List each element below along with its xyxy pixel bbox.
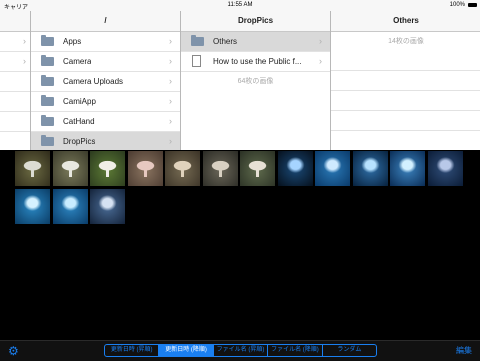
parent-row[interactable] xyxy=(0,92,30,112)
photo-thumbnail[interactable] xyxy=(352,151,388,186)
parent-row[interactable] xyxy=(0,72,30,92)
chevron-right-icon: › xyxy=(169,56,172,66)
empty-row xyxy=(331,111,480,131)
column-browser: › › / Apps › Camera › Camera Uploads › C… xyxy=(0,11,480,150)
folder-row-apps[interactable]: Apps › xyxy=(31,32,180,52)
parent-row[interactable]: › xyxy=(0,32,30,52)
photo-thumbnail[interactable] xyxy=(240,151,275,186)
folder-icon xyxy=(41,55,54,66)
folder-row-cathand[interactable]: CatHand › xyxy=(31,112,180,132)
photo-thumbnail[interactable] xyxy=(127,151,163,186)
chevron-right-icon: › xyxy=(319,36,322,46)
chevron-right-icon: › xyxy=(23,56,26,66)
photo-thumbnail[interactable] xyxy=(90,189,125,224)
chevron-right-icon: › xyxy=(23,36,26,46)
empty-row xyxy=(331,91,480,111)
clock: 11:55 AM xyxy=(227,2,253,8)
file-label: How to use the Public f... xyxy=(213,57,302,66)
folder-label: Apps xyxy=(63,37,82,46)
sort-segmented-control: 更新日時 (昇順) 更新日時 (降順) ファイル名 (昇順) ファイル名 (降順) ラン… xyxy=(104,344,377,357)
battery-icon xyxy=(468,3,477,7)
battery-percent: 100% xyxy=(449,2,465,8)
folder-label: Camera Uploads xyxy=(63,77,124,86)
chevron-right-icon: › xyxy=(169,116,172,126)
column-others: Others 14枚の画像 xyxy=(330,11,480,150)
photo-thumbnail[interactable] xyxy=(165,151,200,186)
folder-icon xyxy=(191,35,204,46)
gear-icon[interactable]: ⚙ xyxy=(8,344,19,358)
image-count: 14枚の画像 xyxy=(388,38,424,45)
folder-icon xyxy=(41,115,54,126)
folder-icon xyxy=(41,95,54,106)
folder-label: CatHand xyxy=(63,117,95,126)
bottom-toolbar: ⚙ 更新日時 (昇順) 更新日時 (降順) ファイル名 (昇順) ファイル名 (降順)… xyxy=(0,340,480,361)
chevron-right-icon: › xyxy=(319,56,322,66)
sort-segment[interactable]: ファイル名 (昇順) xyxy=(214,345,269,356)
photo-thumbnail[interactable] xyxy=(90,151,125,186)
parent-row[interactable] xyxy=(0,132,30,150)
folder-label: CamiApp xyxy=(63,97,96,106)
column-root-header: / xyxy=(31,11,180,32)
folder-icon xyxy=(41,135,54,146)
file-row-public-howto[interactable]: How to use the Public f... › xyxy=(181,52,330,72)
document-icon xyxy=(192,55,201,67)
photo-thumbnail[interactable] xyxy=(277,151,313,186)
column-parent: › › xyxy=(0,11,30,150)
chevron-right-icon: › xyxy=(169,136,172,146)
thumbnail-grid xyxy=(15,151,475,225)
sort-segment[interactable]: 更新日時 (昇順) xyxy=(105,345,160,356)
folder-row-camiapp[interactable]: CamiApp › xyxy=(31,92,180,112)
photo-thumbnail[interactable] xyxy=(52,151,88,186)
sort-segment[interactable]: ランダム xyxy=(323,345,376,356)
photo-thumbnail[interactable] xyxy=(202,151,238,186)
folder-label: Camera xyxy=(63,57,92,66)
chevron-right-icon: › xyxy=(169,76,172,86)
column-droppics-header: DropPics xyxy=(181,11,330,32)
sort-segment[interactable]: 更新日時 (降順) xyxy=(159,345,214,356)
parent-row[interactable]: › xyxy=(0,52,30,72)
photo-thumbnail[interactable] xyxy=(52,189,88,224)
folder-icon xyxy=(41,75,54,86)
photo-thumbnail[interactable] xyxy=(390,151,425,186)
column-root: / Apps › Camera › Camera Uploads › CamiA… xyxy=(30,11,180,150)
parent-row[interactable] xyxy=(0,112,30,132)
photo-thumbnail[interactable] xyxy=(427,151,463,186)
column-droppics: DropPics Others › How to use the Public … xyxy=(180,11,330,150)
column-parent-header xyxy=(0,11,30,32)
image-count: 64枚の画像 xyxy=(237,78,274,85)
empty-row xyxy=(331,131,480,150)
empty-row xyxy=(331,51,480,71)
edit-button[interactable]: 編集 xyxy=(456,345,472,356)
chevron-right-icon: › xyxy=(169,36,172,46)
chevron-right-icon: › xyxy=(169,96,172,106)
folder-label: Others xyxy=(213,37,238,46)
folder-icon xyxy=(41,35,54,46)
empty-row xyxy=(331,71,480,91)
folder-row-camera-uploads[interactable]: Camera Uploads › xyxy=(31,72,180,92)
status-bar: キャリア 11:55 AM 100% xyxy=(0,0,480,11)
sort-segment[interactable]: ファイル名 (降順) xyxy=(268,345,323,356)
photo-thumbnail[interactable] xyxy=(15,189,50,224)
folder-row-droppics[interactable]: DropPics › xyxy=(31,132,180,150)
folder-row-camera[interactable]: Camera › xyxy=(31,52,180,72)
folder-label: DropPics xyxy=(63,137,96,146)
photo-thumbnail[interactable] xyxy=(315,151,350,186)
photo-thumbnail[interactable] xyxy=(15,151,50,186)
column-others-header: Others xyxy=(331,11,480,32)
folder-row-others[interactable]: Others › xyxy=(181,32,330,52)
